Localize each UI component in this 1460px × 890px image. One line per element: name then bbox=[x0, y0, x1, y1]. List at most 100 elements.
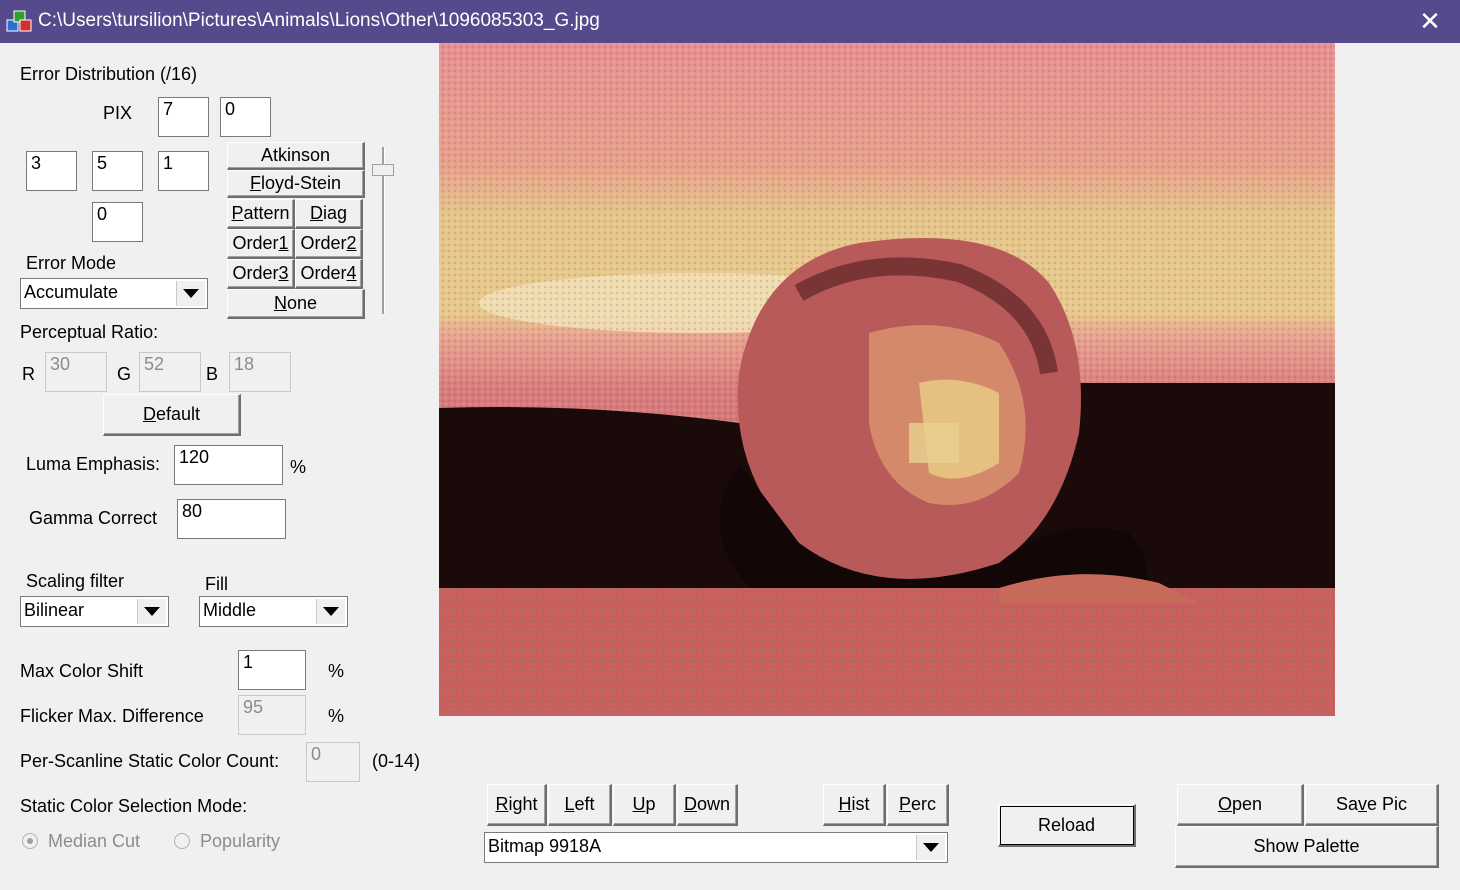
b-label: B bbox=[206, 364, 219, 384]
label-accel: v bbox=[1358, 794, 1367, 814]
none-button[interactable]: None bbox=[227, 289, 365, 319]
reload-label: Reload bbox=[1037, 814, 1096, 835]
chevron-down-icon[interactable] bbox=[916, 835, 945, 860]
label-part: erc bbox=[911, 794, 937, 814]
right-button[interactable]: Right bbox=[487, 784, 547, 826]
atkinson-button[interactable]: Atkinson bbox=[227, 142, 365, 170]
max-color-shift-unit: % bbox=[328, 661, 345, 681]
fill-value: Middle bbox=[203, 600, 257, 620]
label-part: Order bbox=[300, 233, 347, 253]
gamma-correct-field[interactable]: 80 bbox=[177, 499, 286, 539]
label-part: ight bbox=[508, 794, 538, 814]
left-button[interactable]: Left bbox=[548, 784, 612, 826]
error-field-r1c2[interactable]: 1 bbox=[158, 151, 209, 191]
static-mode-label: Static Color Selection Mode: bbox=[20, 796, 248, 816]
close-icon[interactable]: ✕ bbox=[1410, 4, 1450, 38]
label-accel: H bbox=[838, 794, 852, 814]
label-accel: L bbox=[564, 794, 575, 814]
up-button[interactable]: Up bbox=[613, 784, 676, 826]
flicker-unit: % bbox=[328, 706, 345, 726]
label-part: iag bbox=[322, 203, 348, 223]
r-label: R bbox=[22, 364, 35, 384]
perceptual-g-field: 52 bbox=[139, 352, 201, 392]
label-part: Order bbox=[232, 233, 279, 253]
scanline-count-field: 0 bbox=[306, 742, 360, 782]
chevron-down-icon[interactable] bbox=[176, 281, 205, 306]
label-accel: O bbox=[1217, 794, 1232, 814]
perceptual-b-field: 18 bbox=[229, 352, 291, 392]
perc-button[interactable]: Perc bbox=[887, 784, 949, 826]
hist-button[interactable]: Hist bbox=[823, 784, 886, 826]
default-button[interactable]: Default bbox=[103, 394, 241, 436]
scanline-count-label: Per-Scanline Static Color Count: bbox=[20, 751, 280, 771]
label-part: eft bbox=[574, 794, 595, 814]
error-field-r1c1[interactable]: 5 bbox=[92, 151, 143, 191]
max-color-shift-field[interactable]: 1 bbox=[238, 650, 306, 690]
luma-unit: % bbox=[290, 457, 307, 477]
pix-label: PIX bbox=[103, 103, 133, 123]
perceptual-r-field: 30 bbox=[45, 352, 107, 392]
label-part: loyd-Stein bbox=[260, 173, 342, 193]
slider-thumb[interactable] bbox=[372, 164, 394, 176]
app-icon bbox=[6, 8, 32, 34]
error-field-r0c3[interactable]: 0 bbox=[220, 97, 271, 137]
label-part: attern bbox=[243, 203, 290, 223]
luma-emphasis-field[interactable]: 120 bbox=[174, 445, 283, 485]
popularity-label: Popularity bbox=[200, 831, 281, 851]
floyd-stein-button[interactable]: Floyd-Stein bbox=[227, 170, 365, 198]
label-accel: F bbox=[249, 173, 261, 193]
order1-button[interactable]: Order 1 bbox=[227, 229, 295, 259]
down-button[interactable]: Down bbox=[677, 784, 738, 826]
label-accel: 1 bbox=[278, 233, 289, 253]
order3-button[interactable]: Order 3 bbox=[227, 259, 295, 289]
order4-button[interactable]: Order 4 bbox=[295, 259, 363, 289]
flicker-label: Flicker Max. Difference bbox=[20, 706, 204, 726]
chevron-down-icon[interactable] bbox=[137, 599, 166, 624]
dithered-lion-image bbox=[439, 43, 1335, 716]
open-button[interactable]: Open bbox=[1177, 784, 1304, 826]
scanline-range: (0-14) bbox=[372, 751, 421, 771]
fill-select[interactable]: Middle bbox=[199, 596, 348, 627]
mode-select-value: Bitmap 9918A bbox=[488, 836, 602, 856]
chevron-down-icon[interactable] bbox=[316, 599, 345, 624]
max-color-shift-label: Max Color Shift bbox=[20, 661, 144, 681]
error-mode-label: Error Mode bbox=[26, 253, 117, 273]
show-palette-button[interactable]: Show Palette bbox=[1175, 826, 1439, 868]
pattern-button[interactable]: Pattern bbox=[227, 199, 295, 229]
median-cut-label: Median Cut bbox=[48, 831, 141, 851]
scaling-filter-select[interactable]: Bilinear bbox=[20, 596, 169, 627]
label-part: own bbox=[696, 794, 731, 814]
error-mode-select[interactable]: Accumulate bbox=[20, 278, 208, 309]
label-accel: N bbox=[273, 293, 287, 313]
label-part: Order bbox=[232, 263, 279, 283]
show-palette-label: Show Palette bbox=[1253, 836, 1360, 856]
order2-button[interactable]: Order 2 bbox=[295, 229, 363, 259]
flicker-field: 95 bbox=[238, 695, 306, 735]
label-accel: R bbox=[495, 794, 509, 814]
error-mode-value: Accumulate bbox=[24, 282, 119, 302]
error-field-r0c2[interactable]: 7 bbox=[158, 97, 209, 137]
label-accel: P bbox=[898, 794, 911, 814]
save-pic-button[interactable]: Sa v e Pic bbox=[1305, 784, 1439, 826]
luma-emphasis-label: Luma Emphasis: bbox=[26, 454, 161, 474]
diag-button[interactable]: Diag bbox=[295, 199, 363, 229]
label-part: p bbox=[645, 794, 656, 814]
label-accel: P bbox=[231, 203, 244, 223]
mode-select[interactable]: Bitmap 9918A bbox=[484, 832, 948, 863]
fill-label: Fill bbox=[205, 574, 228, 594]
gamma-correct-label: Gamma Correct bbox=[29, 508, 158, 528]
label-accel: U bbox=[632, 794, 646, 814]
label-accel: 2 bbox=[346, 233, 357, 253]
label-part: ist bbox=[851, 794, 870, 814]
reload-button[interactable]: Reload bbox=[998, 804, 1136, 847]
g-label: G bbox=[117, 364, 132, 384]
label-accel: 4 bbox=[346, 263, 357, 283]
error-field-r2c1[interactable]: 0 bbox=[92, 202, 143, 242]
popularity-radio bbox=[174, 833, 190, 849]
label-part: Sa bbox=[1335, 794, 1358, 814]
window-title: C:\Users\tursilion\Pictures\Animals\Lion… bbox=[38, 10, 600, 31]
error-distribution-heading: Error Distribution (/16) bbox=[20, 64, 198, 84]
scaling-filter-label: Scaling filter bbox=[26, 571, 125, 591]
error-field-r1c0[interactable]: 3 bbox=[26, 151, 77, 191]
atkinson-label: Atkinson bbox=[260, 145, 331, 165]
